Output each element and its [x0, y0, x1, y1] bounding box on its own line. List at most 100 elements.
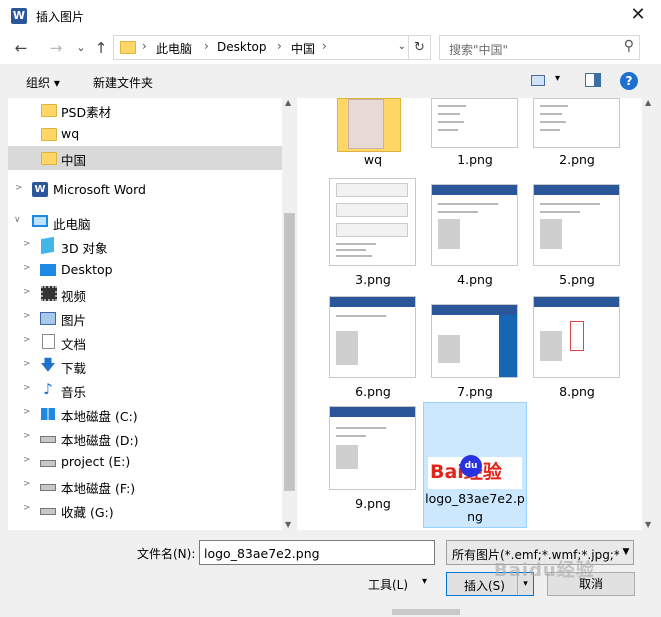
forward-button[interactable]: → [45, 38, 67, 58]
new-folder-button[interactable]: 新建文件夹 [93, 74, 153, 91]
file-tile[interactable]: 3.png [321, 178, 425, 288]
collapse-icon[interactable]: ∨ [14, 215, 21, 225]
search-placeholder: 搜索"中国" [449, 43, 509, 57]
expand-icon[interactable]: > [23, 503, 31, 513]
nav-item-label: wq [61, 126, 80, 141]
scroll-up-icon[interactable]: ▲ [285, 98, 291, 107]
file-tile[interactable]: 7.png [423, 290, 527, 400]
file-tile[interactable]: 8.png [525, 290, 629, 400]
file-name: 4.png [457, 272, 493, 287]
resize-grip[interactable] [392, 609, 460, 615]
file-tile[interactable]: 1.png [423, 98, 527, 170]
nav-item-microsoft-word[interactable]: > W Microsoft Word [8, 178, 282, 202]
nav-item-label: 收藏 (G:) [61, 505, 114, 520]
nav-item-documents[interactable]: > 文档 [8, 330, 282, 354]
breadcrumb-separator[interactable]: › [204, 39, 209, 53]
file-tile[interactable]: 2.png [525, 98, 629, 170]
expand-icon[interactable]: > [23, 383, 31, 393]
nav-item-desktop[interactable]: > Desktop [8, 258, 282, 282]
nav-item-label: 本地磁盘 (D:) [61, 433, 139, 448]
nav-item-label: project (E:) [61, 454, 131, 469]
breadcrumb-this-pc[interactable]: 此电脑 [156, 40, 192, 57]
documents-icon [42, 334, 55, 349]
nav-item-label: 本地磁盘 (F:) [61, 481, 136, 496]
nav-item-3d-objects[interactable]: > 3D 对象 [8, 234, 282, 258]
address-dropdown-icon[interactable]: ⌄ [398, 41, 406, 52]
breadcrumb-separator[interactable]: › [142, 39, 147, 53]
expand-icon[interactable]: > [23, 335, 31, 345]
help-icon[interactable]: ? [620, 72, 638, 90]
breadcrumb-china[interactable]: 中国 [291, 40, 315, 57]
file-tile[interactable]: 9.png [321, 402, 425, 512]
image-thumbnail [431, 304, 518, 378]
organize-button[interactable]: 组织 ▾ [26, 74, 60, 91]
nav-item-drive-g[interactable]: > 收藏 (G:) [8, 498, 282, 522]
file-name: 2.png [559, 152, 595, 167]
file-tile[interactable]: wq [321, 98, 425, 170]
drive-icon [40, 460, 56, 467]
breadcrumb-separator[interactable]: › [322, 39, 327, 53]
nav-item-drive-e[interactable]: > project (E:) [8, 450, 282, 474]
nav-item-music[interactable]: > ♪ 音乐 [8, 378, 282, 402]
expand-icon[interactable]: > [23, 479, 31, 489]
drive-icon [40, 484, 56, 491]
expand-icon[interactable]: > [23, 431, 31, 441]
view-icon[interactable] [531, 75, 545, 86]
scroll-down-icon[interactable]: ▼ [285, 520, 291, 529]
scrollbar-thumb[interactable] [284, 213, 295, 491]
scroll-down-icon[interactable]: ▼ [645, 520, 651, 529]
expand-icon[interactable]: > [23, 263, 31, 273]
folder-icon [41, 104, 57, 117]
preview-pane-icon[interactable] [585, 73, 601, 87]
nav-item-drive-f[interactable]: > 本地磁盘 (F:) [8, 474, 282, 498]
file-tile[interactable]: 6.png [321, 290, 425, 400]
file-tile-selected[interactable]: Bai经验 du logo_83ae7e2.p ng [423, 402, 527, 528]
image-thumbnail [329, 406, 416, 490]
file-tile[interactable]: 4.png [423, 178, 527, 288]
nav-scrollbar[interactable]: ▲ ▼ [282, 98, 297, 530]
baidu-logo-icon: Bai经验 du [428, 455, 522, 489]
expand-icon[interactable]: > [23, 455, 31, 465]
folder-icon [120, 41, 136, 54]
nav-item-drive-c[interactable]: > 本地磁盘 (C:) [8, 402, 282, 426]
expand-icon[interactable]: > [23, 311, 31, 321]
nav-item-china[interactable]: 中国 [8, 146, 282, 170]
nav-item-downloads[interactable]: > 🡇 下载 [8, 354, 282, 378]
expand-icon[interactable]: > [23, 407, 31, 417]
filename-value[interactable]: logo_83ae7e2.png [204, 546, 320, 561]
breadcrumb-separator[interactable]: › [277, 39, 282, 53]
nav-item-label: 文档 [61, 337, 87, 352]
nav-item-this-pc[interactable]: ∨ 此电脑 [8, 210, 282, 234]
nav-item-pictures[interactable]: > 图片 [8, 306, 282, 330]
file-scrollbar[interactable]: ▲ ▼ [642, 98, 657, 530]
close-button[interactable]: ✕ [615, 0, 661, 32]
back-button[interactable]: ← [10, 38, 32, 58]
expand-icon[interactable]: > [23, 359, 31, 369]
nav-item-drive-d[interactable]: > 本地磁盘 (D:) [8, 426, 282, 450]
breadcrumb-desktop[interactable]: Desktop [217, 40, 267, 54]
title-bar: W 插入图片 ✕ [0, 0, 661, 32]
up-button[interactable]: ↑ [90, 38, 112, 58]
scroll-up-icon[interactable]: ▲ [645, 98, 651, 107]
address-bar[interactable]: › 此电脑 › Desktop › 中国 › ⌄ ↻ [113, 35, 431, 60]
search-input[interactable]: 搜索"中国" ⚲ [439, 35, 640, 60]
tools-button[interactable]: 工具(L) [368, 576, 408, 593]
folder-icon [337, 98, 401, 152]
file-name: 9.png [355, 496, 391, 511]
nav-item-videos[interactable]: > 视频 [8, 282, 282, 306]
nav-item-wq[interactable]: wq [8, 122, 282, 146]
view-dropdown-icon[interactable]: ▾ [555, 73, 560, 84]
file-tile[interactable]: 5.png [525, 178, 629, 288]
file-name: 3.png [355, 272, 391, 287]
search-icon[interactable]: ⚲ [624, 38, 634, 54]
expand-icon[interactable]: > [23, 287, 31, 297]
refresh-button[interactable]: ↻ [408, 36, 430, 59]
tools-dropdown-icon[interactable]: ▾ [422, 576, 427, 587]
nav-item-psd[interactable]: PSD素材 [8, 98, 282, 122]
filename-field[interactable]: logo_83ae7e2.png [199, 540, 435, 565]
expand-icon[interactable]: > [15, 183, 23, 193]
recent-locations-button[interactable]: ⌄ [70, 38, 92, 58]
expand-icon[interactable]: > [23, 239, 31, 249]
chevron-down-icon[interactable]: ▼ [619, 541, 633, 564]
nav-item-label: 中国 [61, 153, 87, 168]
